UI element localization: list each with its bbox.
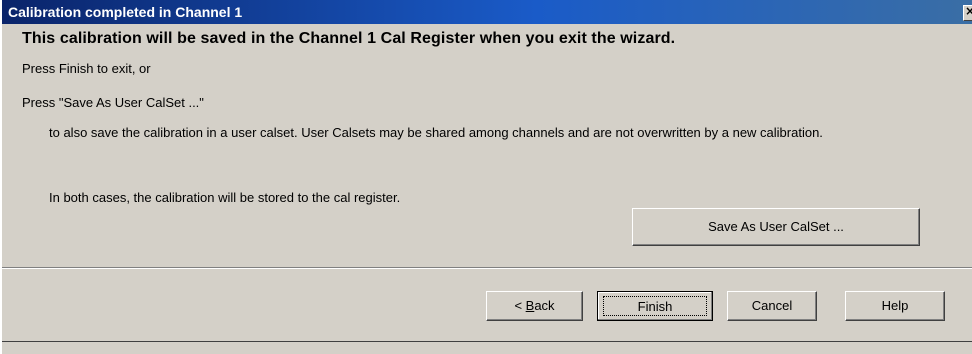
cancel-button[interactable]: Cancel	[727, 291, 817, 321]
back-button[interactable]: < Back	[486, 291, 583, 321]
cal-register-note: In both cases, the calibration will be s…	[49, 190, 401, 205]
back-label-rest: ack	[534, 298, 555, 313]
window-title: Calibration completed in Channel 1	[8, 4, 243, 20]
footer-separator	[2, 267, 972, 269]
close-icon: ×	[965, 6, 972, 18]
bottom-edge	[2, 341, 972, 354]
finish-button[interactable]: Finish	[597, 291, 713, 321]
page-heading: This calibration will be saved in the Ch…	[22, 30, 676, 47]
close-button[interactable]: ×	[963, 5, 972, 21]
title-bar[interactable]: Calibration completed in Channel 1 ×	[2, 0, 972, 24]
help-button[interactable]: Help	[845, 291, 945, 321]
finish-instruction: Press Finish to exit, or	[22, 61, 151, 76]
calibration-wizard-window: Calibration completed in Channel 1 × Thi…	[0, 0, 972, 354]
calset-explanation: to also save the calibration in a user c…	[49, 125, 823, 140]
back-label-prefix: <	[514, 298, 526, 313]
finish-label: Finish	[603, 296, 707, 316]
save-as-user-calset-button[interactable]: Save As User CalSet ...	[632, 208, 920, 246]
saveas-instruction: Press "Save As User CalSet ..."	[22, 95, 204, 110]
